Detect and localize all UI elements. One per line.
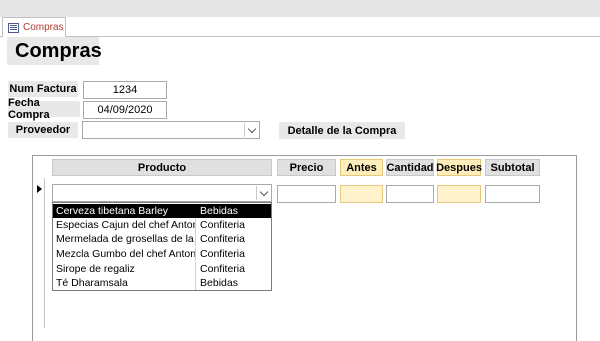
title-bar-strip (0, 0, 600, 17)
col-header-despues: Despues (436, 159, 482, 176)
col-header-subtotal: Subtotal (485, 159, 540, 176)
record-selector-column (33, 178, 45, 328)
fecha-compra-label: Fecha Compra (8, 97, 80, 121)
fecha-compra-field[interactable]: 04/09/2020 (83, 101, 167, 119)
chevron-down-icon (259, 187, 268, 196)
subtotal-field[interactable] (485, 185, 540, 203)
col-header-producto: Producto (52, 159, 272, 176)
dropdown-item-name: Mermelada de grosellas de la (53, 232, 197, 246)
precio-field[interactable] (277, 185, 336, 203)
producto-combo[interactable] (52, 184, 272, 202)
proveedor-label: Proveedor (8, 122, 78, 138)
despues-field[interactable] (437, 185, 481, 203)
col-header-precio: Precio (277, 159, 336, 176)
dropdown-item-name: Cerveza tibetana Barley (53, 204, 197, 218)
num-factura-field[interactable]: 1234 (83, 81, 167, 99)
col-header-antes: Antes (340, 159, 383, 176)
dropdown-item-name: Especias Cajun del chef Anton (53, 218, 197, 232)
dropdown-item-category: Confiteria (200, 233, 245, 245)
detalle-label: Detalle de la Compra (279, 122, 405, 139)
dropdown-item[interactable]: Mermelada de grosellas de la Confiteria (53, 232, 271, 246)
dropdown-item-category: Confiteria (200, 248, 245, 260)
num-factura-label: Num Factura (8, 81, 78, 97)
dropdown-item-name: Mezcla Gumbo del chef Anton (53, 247, 197, 261)
form-title: Compras (7, 37, 102, 65)
producto-dropdown-list: Cerveza tibetana Barley Bebidas Especias… (52, 202, 272, 291)
col-header-cantidad: Cantidad (386, 159, 434, 176)
cantidad-field[interactable] (386, 185, 434, 203)
proveedor-combo[interactable] (82, 121, 260, 139)
dropdown-item[interactable]: Especias Cajun del chef Anton Confiteria (53, 218, 271, 232)
dropdown-item-category: Confiteria (200, 219, 245, 231)
dropdown-item[interactable]: Sirope de regaliz Confiteria (53, 262, 271, 276)
dropdown-item-name: Sirope de regaliz (53, 262, 197, 276)
dropdown-item-category: Bebidas (200, 205, 238, 217)
dropdown-item-category: Bebidas (200, 277, 238, 289)
dropdown-item[interactable]: Té Dharamsala Bebidas (53, 276, 271, 290)
dropdown-item[interactable]: Cerveza tibetana Barley Bebidas (53, 204, 271, 218)
dropdown-item-name: Té Dharamsala (53, 276, 197, 290)
producto-dropdown-button[interactable] (256, 186, 270, 200)
proveedor-dropdown-button[interactable] (244, 123, 258, 137)
tab-compras[interactable]: Compras (2, 17, 66, 37)
dropdown-item[interactable]: Mezcla Gumbo del chef Anton Confiteria (53, 247, 271, 261)
antes-field[interactable] (340, 185, 383, 203)
dropdown-item-category: Confiteria (200, 263, 245, 275)
form-icon (8, 22, 19, 33)
record-pointer-icon (37, 185, 42, 193)
chevron-down-icon (247, 124, 256, 133)
tab-label: Compras (23, 22, 64, 33)
